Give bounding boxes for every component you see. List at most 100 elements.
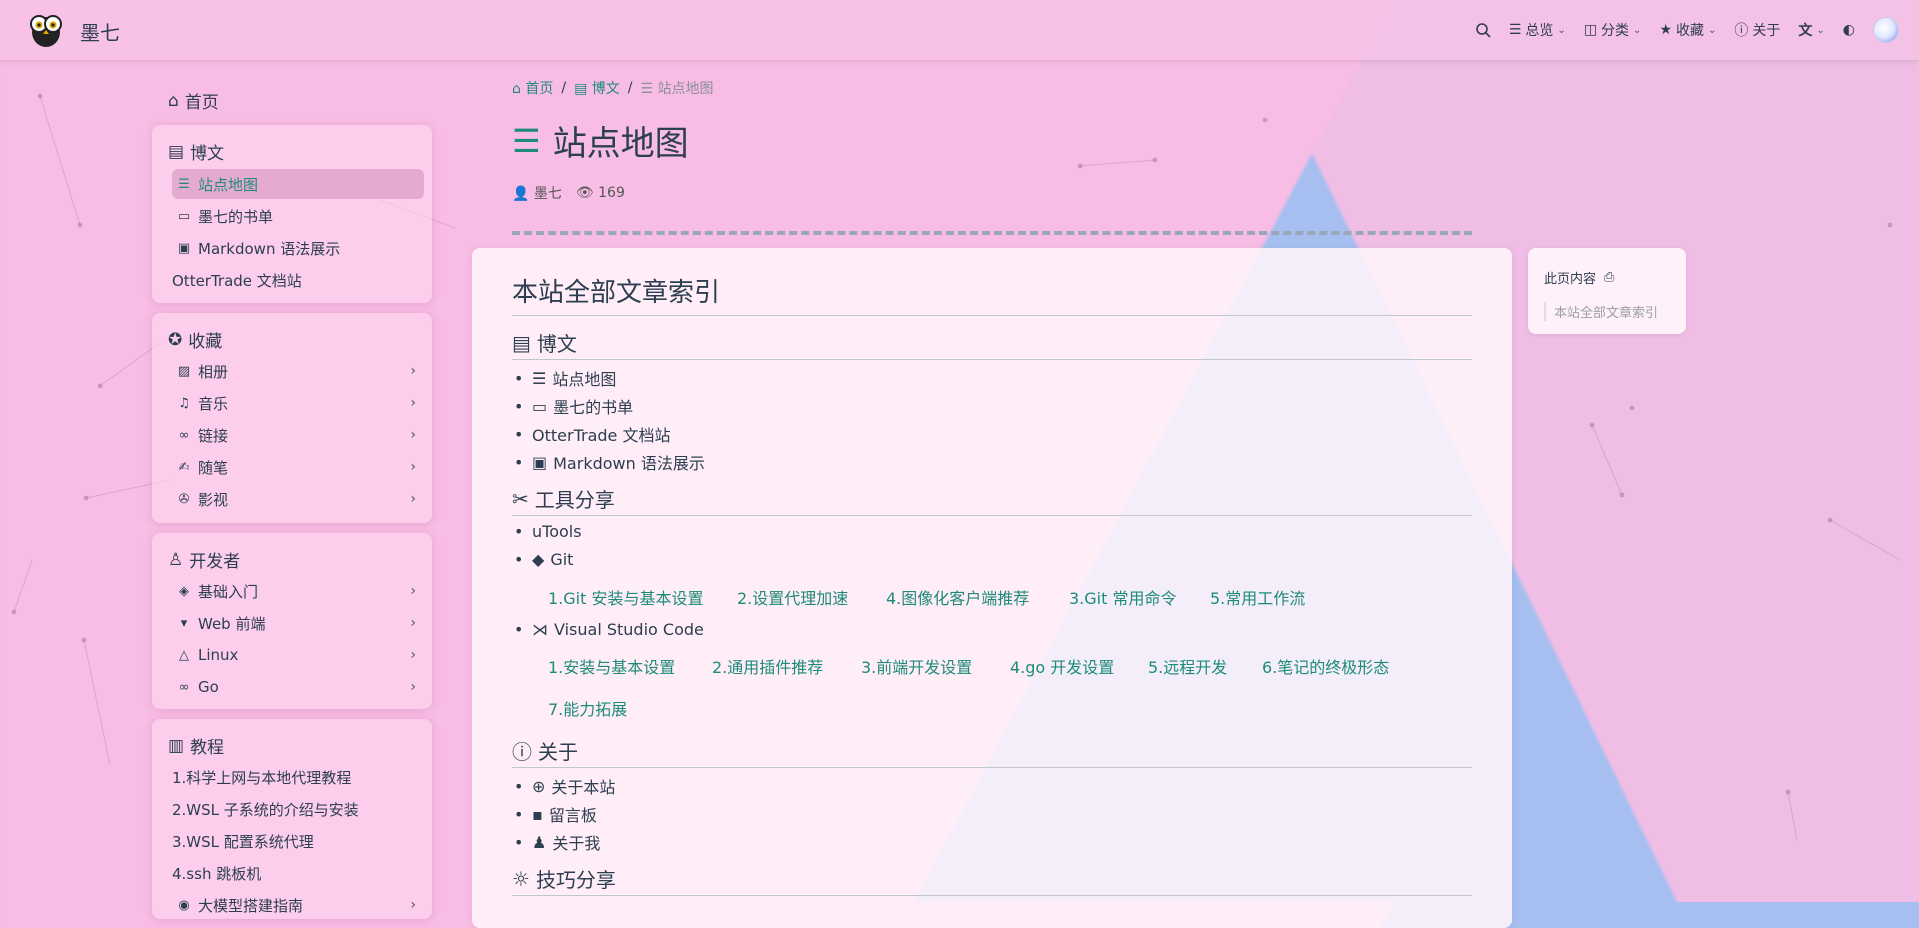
sidebar-item-tutorial-5[interactable]: ◉ 大模型搭建指南 › [172, 890, 424, 920]
vscode-link-7[interactable]: 7.能力拓展 [548, 696, 627, 720]
print-icon[interactable]: ⎙ [1604, 270, 1614, 285]
markdown-icon: ▣ [532, 452, 548, 472]
git-link-1[interactable]: 1.Git 安装与基本设置 [548, 585, 703, 609]
book-icon: ▤ [512, 330, 531, 355]
sidebar-group-title[interactable]: ▥ 教程 [168, 733, 224, 759]
nav-category[interactable]: ◫ 分类 ⌄ [1584, 20, 1642, 40]
breadcrumb-current: ☰ 站点地图 [640, 81, 714, 97]
site-logo[interactable] [26, 8, 66, 48]
sidebar-item-tutorial-4[interactable]: 4.ssh 跳板机 [168, 858, 420, 888]
list-item[interactable]: ▣ Markdown 语法展示 [514, 450, 705, 474]
hand-icon: ✍ [178, 459, 190, 475]
sidebar-item-label: OtterTrade 文档站 [172, 271, 302, 290]
list-item[interactable]: ☰ 站点地图 [514, 366, 616, 390]
git-link-5[interactable]: 5.常用工作流 [1210, 585, 1305, 609]
vscode-link-5[interactable]: 5.远程开发 [1148, 654, 1227, 678]
book-icon: ▥ [168, 735, 185, 756]
chevron-right-icon: › [410, 647, 416, 663]
sidebar-item-home[interactable]: ⌂ 首页 [168, 88, 219, 114]
sidebar-item-sitemap[interactable]: ☰ 站点地图 [172, 169, 424, 199]
sidebar-group-collect: ✪ 收藏 ▨ 相册 › ♫ 音乐 › ∞ 链接 › ✍ 随笔 › ✇ 影视 › [152, 313, 432, 523]
sidebar-item-label: 3.WSL 配置系统代理 [172, 832, 314, 851]
book-open-icon: ▭ [532, 396, 548, 416]
sidebar-item-album[interactable]: ▨ 相册 › [172, 356, 424, 386]
user-avatar[interactable] [1873, 17, 1899, 43]
sidebar-item-tutorial-1[interactable]: 1.科学上网与本地代理教程 [168, 762, 420, 792]
breadcrumb-separator: / [561, 80, 567, 96]
sidebar-item-tutorial-3[interactable]: 3.WSL 配置系统代理 [168, 826, 420, 856]
list-item[interactable]: ♟ 关于我 [514, 830, 600, 854]
sidebar-item-basics[interactable]: ◈ 基础入门 › [172, 576, 424, 606]
sidebar-item-go[interactable]: ∞ Go › [172, 672, 424, 702]
nav-about[interactable]: ⓘ 关于 [1734, 20, 1780, 40]
chevron-down-icon: ⌄ [1557, 24, 1566, 36]
vscode-link-1[interactable]: 1.安装与基本设置 [548, 654, 675, 678]
author: 👤 墨七 [512, 186, 562, 202]
list-item-label: Markdown 语法展示 [553, 454, 705, 473]
language-switch[interactable]: 文 ⌄ [1798, 20, 1824, 40]
sidebar-item-booklist[interactable]: ▭ 墨七的书单 [172, 201, 424, 231]
list-item[interactable]: ◆ Git [514, 550, 574, 569]
chevron-right-icon: › [410, 459, 416, 475]
sidebar-group-title[interactable]: ✪ 收藏 [168, 327, 222, 353]
book-open-icon: ▭ [177, 208, 191, 224]
sidebar-item-label: Markdown 语法展示 [198, 239, 341, 258]
git-link-4[interactable]: 4.图像化客户端推荐 [886, 585, 1029, 609]
sidebar-item-label: 1.科学上网与本地代理教程 [172, 768, 352, 787]
sidebar-item-tutorial-2[interactable]: 2.WSL 子系统的介绍与安装 [168, 794, 420, 824]
list-item[interactable]: ⋊ Visual Studio Code [514, 620, 704, 639]
list-icon: ☰ [512, 121, 541, 160]
home-icon: ⌂ [168, 90, 179, 111]
nav-overview[interactable]: ☰ 总览 ⌄ [1509, 20, 1566, 40]
chevron-right-icon: › [410, 897, 416, 913]
chevron-right-icon: › [410, 679, 416, 695]
list-item-label: OtterTrade 文档站 [532, 426, 671, 445]
sidebar-group-tutorial: ▥ 教程 1.科学上网与本地代理教程 2.WSL 子系统的介绍与安装 3.WSL… [152, 719, 432, 919]
sidebar-group-title[interactable]: ♙ 开发者 [168, 547, 240, 573]
search-button[interactable] [1475, 22, 1491, 38]
sidebar-item-markdown[interactable]: ▣ Markdown 语法展示 [172, 233, 424, 263]
view-count: 169 [598, 185, 625, 201]
vscode-icon: ⋊ [532, 620, 548, 639]
toc-item[interactable]: 本站全部文章索引 [1544, 302, 1658, 321]
section-title: 技巧分享 [535, 868, 616, 892]
nav-favorites[interactable]: ★ 收藏 ⌄ [1659, 20, 1716, 40]
sidebar-item-linux[interactable]: △ Linux › [172, 640, 424, 670]
git-link-2[interactable]: 2.设置代理加速 [737, 585, 848, 609]
sidebar-item-label: 音乐 [198, 394, 229, 413]
sidebar-item-label: 基础入门 [198, 582, 259, 601]
list-item[interactable]: ⊕ 关于本站 [514, 774, 616, 798]
section-title: 关于 [538, 740, 578, 764]
sidebar-home-label: 首页 [184, 93, 219, 113]
user-icon: ♟ [532, 832, 547, 852]
sidebar-item-ottertrade[interactable]: OtterTrade 文档站 [168, 265, 420, 295]
sidebar-item-film[interactable]: ✇ 影视 › [172, 484, 424, 514]
list-item[interactable]: ▪ 留言板 [514, 802, 597, 826]
sidebar-item-music[interactable]: ♫ 音乐 › [172, 388, 424, 418]
sidebar-group-title[interactable]: ▤ 博文 [168, 139, 224, 165]
site-name[interactable]: 墨七 [80, 17, 120, 46]
git-link-3[interactable]: 3.Git 常用命令 [1069, 585, 1176, 609]
list-item[interactable]: uTools [514, 522, 581, 541]
sidebar-item-essay[interactable]: ✍ 随笔 › [172, 452, 424, 482]
sidebar-item-web[interactable]: ▾ Web 前端 › [172, 608, 424, 638]
sidebar-group-dev: ♙ 开发者 ◈ 基础入门 › ▾ Web 前端 › △ Linux › ∞ Go… [152, 533, 432, 709]
vscode-link-2[interactable]: 2.通用插件推荐 [712, 654, 823, 678]
vscode-link-4[interactable]: 4.go 开发设置 [1010, 654, 1114, 678]
chevron-right-icon: › [410, 615, 416, 631]
star-badge-icon: ✪ [168, 329, 183, 350]
list-icon: ☰ [178, 176, 190, 192]
vscode-link-6[interactable]: 6.笔记的终极形态 [1262, 654, 1389, 678]
sidebar-item-links[interactable]: ∞ 链接 › [172, 420, 424, 450]
theme-toggle[interactable]: ◐ [1843, 22, 1855, 38]
list-item[interactable]: OtterTrade 文档站 [514, 422, 671, 446]
page-meta: 👤 墨七 👁 169 [512, 183, 625, 203]
breadcrumb-blog[interactable]: ▤ 博文 [574, 78, 620, 98]
vscode-link-3[interactable]: 3.前端开发设置 [861, 654, 972, 678]
section-tools: ✂ 工具分享 [512, 484, 1472, 516]
breadcrumb-home[interactable]: ⌂ 首页 [512, 78, 553, 98]
robot-icon: ◉ [178, 897, 190, 913]
list-item[interactable]: ▭ 墨七的书单 [514, 394, 633, 418]
divider [512, 231, 1472, 235]
views: 👁 169 [575, 185, 625, 201]
